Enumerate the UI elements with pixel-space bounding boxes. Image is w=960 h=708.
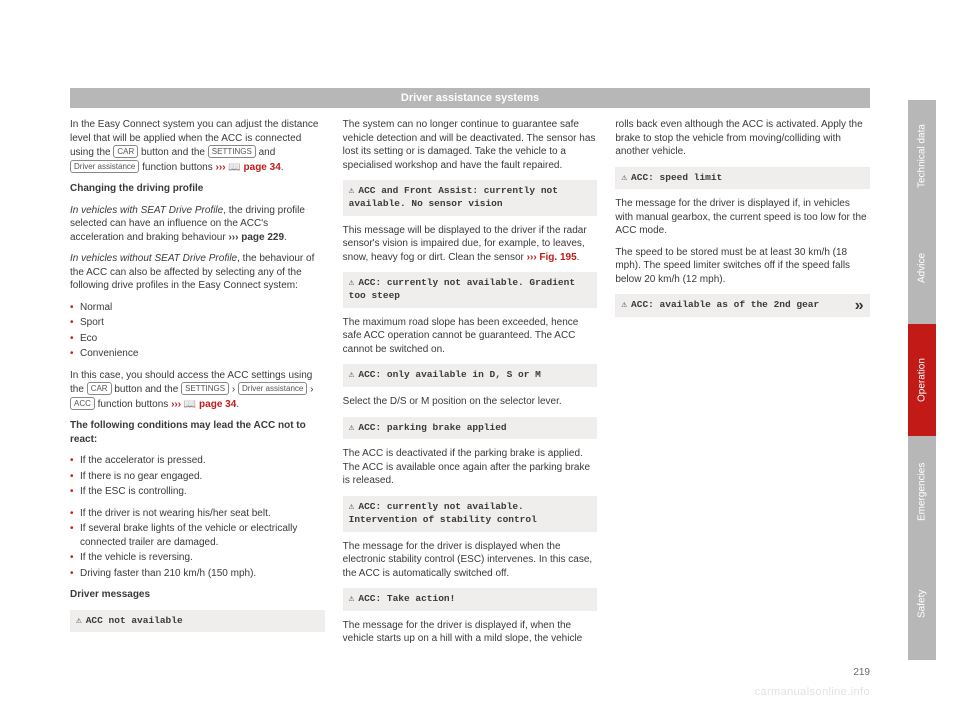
- list-item: Convenience: [70, 347, 325, 361]
- driver-message-box: ⚠ACC: parking brake applied: [343, 417, 598, 440]
- page-ref: ››› 📖 page 34: [171, 399, 236, 410]
- car-button-label: CAR: [113, 145, 138, 158]
- text: function buttons: [95, 399, 171, 410]
- text: function buttons: [139, 162, 215, 173]
- acc-button-label: ACC: [70, 397, 95, 410]
- text: In vehicles with SEAT Drive Profile: [70, 205, 223, 216]
- warning-icon: ⚠: [76, 615, 82, 626]
- driver-message-body: The system can no longer continue to gua…: [343, 118, 598, 172]
- text: In vehicles without SEAT Drive Profile: [70, 253, 237, 264]
- driver-message-box: ⚠ ACC: speed limit: [615, 167, 870, 190]
- warning-icon: ⚠: [349, 593, 355, 604]
- list-item: Eco: [70, 332, 325, 346]
- page-number: 219: [853, 667, 870, 678]
- heading-driver-messages: Driver messages: [70, 588, 325, 602]
- warning-icon: ⚠: [621, 299, 627, 310]
- section-header: Driver assistance systems: [70, 88, 870, 108]
- tab-safety[interactable]: Safety: [908, 548, 936, 660]
- list-item: If the driver is not wearing his/her sea…: [70, 507, 325, 521]
- car-button-label: CAR: [87, 382, 112, 395]
- driver-message-body: The message for the driver is displayed …: [615, 197, 870, 238]
- list-item: If the vehicle is reversing.: [70, 551, 325, 565]
- driver-message-box: ⚠ACC: currently not available. Gradient …: [343, 272, 598, 308]
- warning-icon: ⚠: [349, 422, 355, 433]
- driver-message-body: The speed to be stored must be at least …: [615, 246, 870, 287]
- noreact-list-b: If the driver is not wearing his/her sea…: [70, 507, 325, 581]
- without-profile-paragraph: In vehicles without SEAT Drive Profile, …: [70, 252, 325, 293]
- driver-message-text: ACC and Front Assist: currently not avai…: [349, 185, 558, 209]
- driver-message-text: ACC: currently not available. Gradient t…: [349, 277, 575, 301]
- watermark: carmanualsonline.info: [755, 686, 870, 698]
- driver-message-body: The message for the driver is displayed …: [343, 540, 598, 581]
- page-ref: ››› 📖 page 34: [216, 162, 281, 173]
- driver-message-box: ⚠ACC: only available in D, S or M: [343, 364, 598, 387]
- list-item: If there is no gear engaged.: [70, 470, 325, 484]
- driver-message-body: Select the D/S or M position on the sele…: [343, 395, 598, 409]
- driver-message-text: ACC: currently not available. Interventi…: [349, 501, 537, 525]
- text: ›: [307, 384, 313, 395]
- list-item: Driving faster than 210 km/h (150 mph).: [70, 567, 325, 581]
- driver-message-body: The ACC is deactivated if the parking br…: [343, 447, 598, 488]
- text: .: [284, 232, 287, 243]
- driver-message-box: ⚠ACC and Front Assist: currently not ava…: [343, 180, 598, 216]
- intro-paragraph: In the Easy Connect system you can adjus…: [70, 118, 325, 174]
- with-profile-paragraph: In vehicles with SEAT Drive Profile, the…: [70, 204, 325, 245]
- heading-noreact: The following conditions may lead the AC…: [70, 419, 325, 446]
- text: button and the: [138, 147, 208, 158]
- page-ref: ››› page 229: [228, 232, 284, 243]
- driver-message-body: This message will be displayed to the dr…: [343, 224, 598, 265]
- text: .: [281, 162, 284, 173]
- list-item: If the ESC is controlling.: [70, 485, 325, 499]
- driver-message-box: ⚠ACC: currently not available. Intervent…: [343, 496, 598, 532]
- tab-operation[interactable]: Operation: [908, 324, 936, 436]
- driver-message-text: ACC: only available in D, S or M: [358, 369, 540, 380]
- profile-list: Normal Sport Eco Convenience: [70, 301, 325, 361]
- heading-changing-profile: Changing the driving profile: [70, 182, 325, 196]
- driver-message-body: The maximum road slope has been exceeded…: [343, 316, 598, 357]
- driver-assistance-button-label: Driver assistance: [238, 382, 307, 395]
- warning-icon: ⚠: [349, 277, 355, 288]
- list-item: If the accelerator is pressed.: [70, 454, 325, 468]
- list-item: Normal: [70, 301, 325, 315]
- noreact-list-a: If the accelerator is pressed. If there …: [70, 454, 325, 499]
- driver-message-text: ACC: parking brake applied: [358, 422, 506, 433]
- driver-message-box: ⚠ACC: Take action!: [343, 588, 598, 611]
- settings-button-label: SETTINGS: [208, 145, 256, 158]
- driver-message-box: » ⚠ ACC: available as of the 2nd gear: [615, 294, 870, 317]
- warning-icon: ⚠: [349, 501, 355, 512]
- driver-message-text: ACC: available as of the 2nd gear: [631, 299, 819, 310]
- list-item: If several brake lights of the vehicle o…: [70, 522, 325, 549]
- tab-technical-data[interactable]: Technical data: [908, 100, 936, 212]
- tab-emergencies[interactable]: Emergencies: [908, 436, 936, 548]
- driver-message-box: ⚠ ACC not available: [70, 610, 325, 633]
- driver-assistance-button-label: Driver assistance: [70, 160, 139, 173]
- driver-message-text: ACC: speed limit: [631, 172, 722, 183]
- text: .: [577, 252, 580, 263]
- driver-message-text: ACC not available: [86, 615, 183, 626]
- page-body: In the Easy Connect system you can adjus…: [70, 118, 870, 648]
- warning-icon: ⚠: [349, 185, 355, 196]
- driver-message-text: ACC: Take action!: [358, 593, 455, 604]
- text: ›: [229, 384, 238, 395]
- text: button and the: [112, 384, 182, 395]
- list-item: Sport: [70, 316, 325, 330]
- text: and: [256, 147, 275, 158]
- text: .: [236, 399, 239, 410]
- tab-advice[interactable]: Advice: [908, 212, 936, 324]
- fig-ref: ››› Fig. 195: [527, 252, 577, 263]
- continuation-mark: »: [854, 301, 864, 311]
- warning-icon: ⚠: [349, 369, 355, 380]
- side-tabs: Technical data Advice Operation Emergenc…: [908, 100, 936, 660]
- settings-button-label: SETTINGS: [181, 382, 229, 395]
- warning-icon: ⚠: [621, 172, 627, 183]
- settings-path-paragraph: In this case, you should access the ACC …: [70, 369, 325, 412]
